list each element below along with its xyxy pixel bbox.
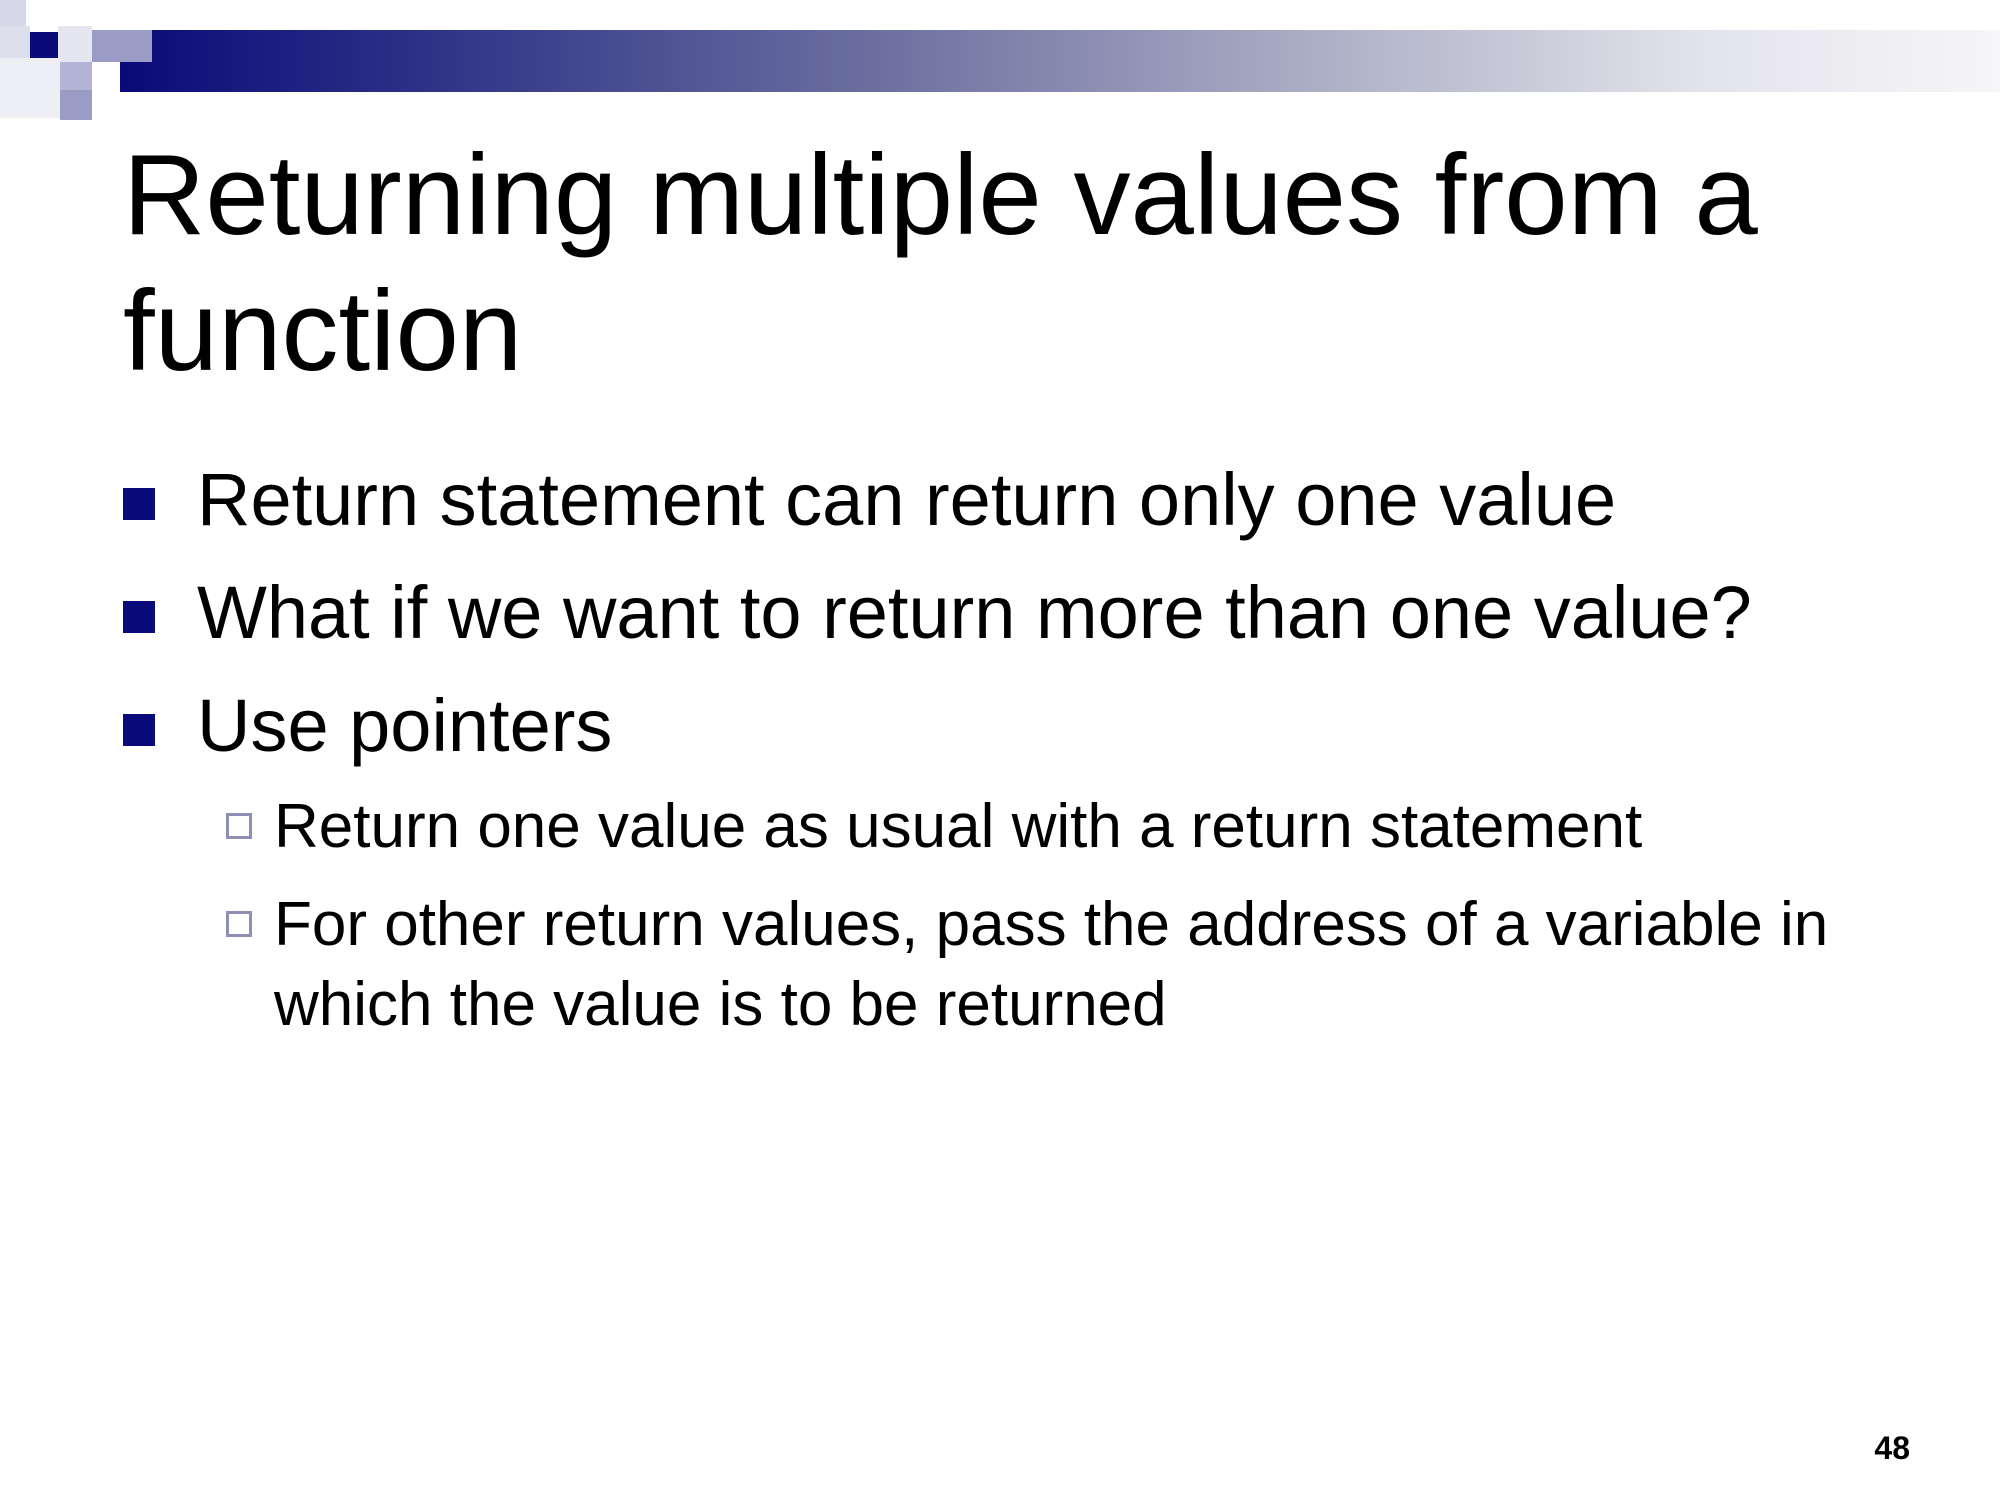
- sub-bullet-text: For other return values, pass the addres…: [274, 890, 1829, 1039]
- decor-square: [0, 26, 30, 58]
- square-bullet-icon: [123, 714, 155, 746]
- decor-square: [92, 62, 120, 90]
- decor-square: [0, 0, 26, 26]
- bullet-text: Use pointers: [197, 684, 613, 767]
- bullet-item: Use pointers: [123, 681, 1943, 771]
- decor-square: [26, 0, 60, 28]
- bullet-list: Return statement can return only one val…: [123, 455, 1943, 794]
- decor-square: [92, 0, 152, 30]
- sub-bullet-list: Return one value as usual with a return …: [226, 787, 1906, 1063]
- decor-square-accent: [30, 32, 58, 60]
- slide: Returning multiple values from a functio…: [0, 0, 2000, 1500]
- bullet-text: Return statement can return only one val…: [197, 458, 1617, 541]
- sub-bullet-item: For other return values, pass the addres…: [226, 885, 1906, 1045]
- decor-square: [0, 58, 60, 118]
- bullet-text: What if we want to return more than one …: [197, 571, 1752, 654]
- decor-square: [58, 26, 92, 62]
- hollow-square-bullet-icon: [226, 813, 252, 839]
- bullet-item: Return statement can return only one val…: [123, 455, 1943, 545]
- hollow-square-bullet-icon: [226, 911, 252, 937]
- square-bullet-icon: [123, 601, 155, 633]
- bullet-item: What if we want to return more than one …: [123, 568, 1943, 658]
- decor-square: [92, 30, 152, 62]
- square-bullet-icon: [123, 488, 155, 520]
- slide-title: Returning multiple values from a functio…: [123, 132, 1758, 395]
- decor-square: [60, 90, 92, 120]
- header-gradient-bar: [120, 30, 2000, 92]
- sub-bullet-text: Return one value as usual with a return …: [274, 792, 1643, 861]
- decor-square: [60, 62, 92, 90]
- page-number: 48: [1874, 1430, 1910, 1466]
- sub-bullet-item: Return one value as usual with a return …: [226, 787, 1906, 867]
